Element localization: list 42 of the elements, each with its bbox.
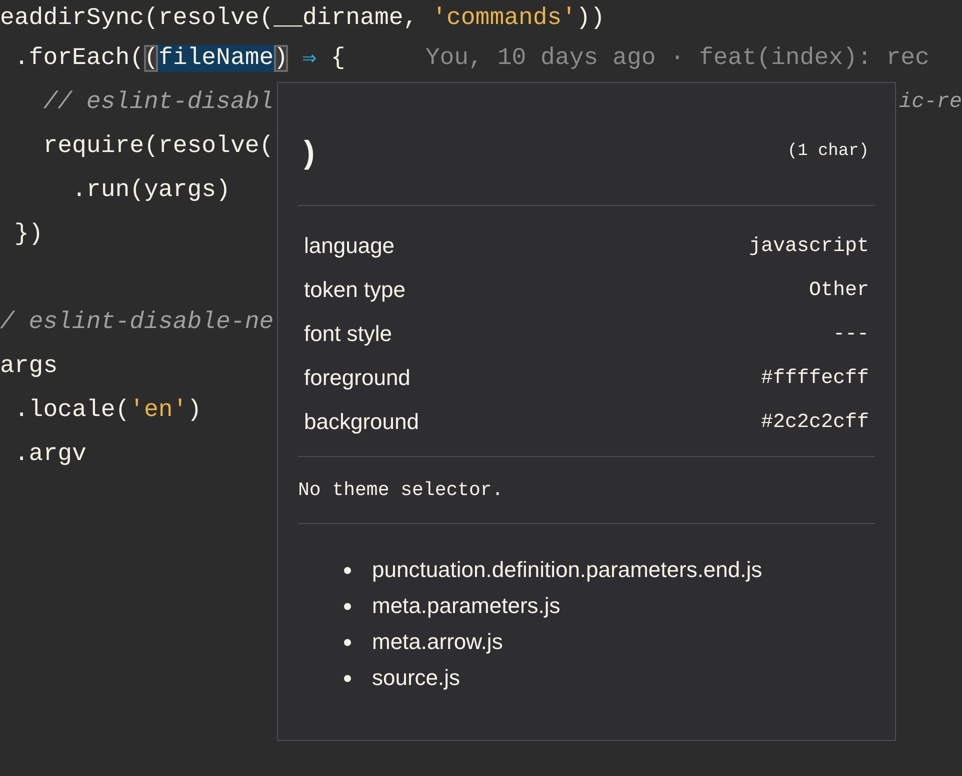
property-label: background: [304, 409, 419, 435]
code-text: ): [187, 396, 202, 424]
property-label: language: [304, 233, 395, 259]
property-label: token type: [304, 277, 406, 303]
string-literal: 'en': [130, 396, 188, 424]
property-value: Other: [808, 278, 869, 302]
arrow-operator: ⇒: [302, 45, 317, 73]
code-text: .forEach(: [13, 44, 144, 72]
code-text: }): [13, 220, 44, 248]
matched-bracket: ): [274, 44, 288, 72]
scope-name: source.js: [372, 665, 460, 691]
token-text: ): [304, 134, 315, 170]
scope-name: meta.parameters.js: [372, 593, 560, 619]
code-comment: ic-re: [898, 90, 962, 114]
scope-name: meta.arrow.js: [372, 629, 503, 655]
code-comment: / eslint-disable-ne: [0, 308, 274, 336]
blame-annotation: You, 10 days ago · feat(index): rec: [425, 44, 930, 72]
property-value: #ffffecff: [760, 366, 869, 390]
token-length: (1 char): [787, 142, 869, 160]
bullet-icon: [344, 674, 351, 682]
string-literal: 'commands': [432, 4, 576, 32]
code-text: {: [330, 44, 346, 72]
code-comment: // eslint-disabl: [42, 88, 274, 116]
code-text: )): [576, 4, 605, 32]
matched-bracket: (: [144, 44, 158, 72]
property-label: font style: [304, 321, 392, 347]
bullet-icon: [344, 602, 351, 610]
scope-name: punctuation.definition.parameters.end.js: [372, 557, 762, 583]
property-value: ---: [832, 322, 869, 346]
property-label: foreground: [304, 365, 410, 391]
code-text: .run(yargs): [71, 176, 230, 204]
code-text: require(resolve(: [42, 132, 274, 160]
code-text: .locale(: [13, 396, 130, 424]
bullet-icon: [344, 566, 351, 574]
code-text: .argv: [13, 440, 86, 468]
code-text: eaddirSync(resolve(__dirname,: [0, 4, 419, 32]
selected-text: fileName: [158, 44, 274, 72]
bullet-icon: [344, 638, 351, 646]
code-text: args: [0, 352, 58, 380]
theme-note: No theme selector.: [298, 478, 504, 503]
property-value: #2c2c2cff: [760, 410, 869, 434]
property-value: javascript: [748, 234, 869, 258]
